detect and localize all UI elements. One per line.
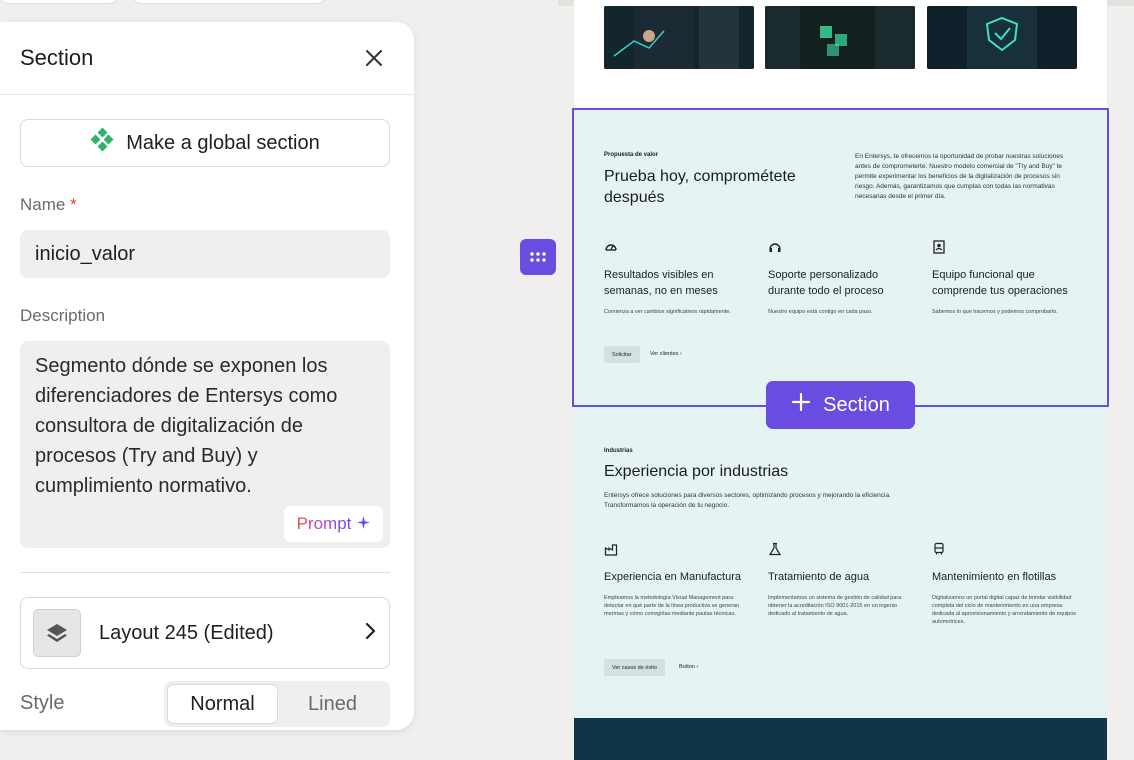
feature-text: Digitalizamos un portal digital capaz de… [932, 595, 1077, 625]
business-image [604, 6, 754, 69]
feature-title: Soporte personalizado durante todo el pr… [768, 269, 884, 297]
panel-title: Section [20, 45, 94, 70]
section-heading: Experiencia por industrias [604, 463, 789, 480]
style-option-normal[interactable]: Normal [167, 684, 278, 724]
make-global-section-label: Make a global section [126, 131, 320, 154]
divider [20, 572, 390, 573]
chevron-right-icon [363, 622, 377, 645]
contact-book-icon [933, 240, 945, 254]
description-label: Description [20, 306, 106, 325]
section-intro: Entersys ofrece soluciones para diversos… [604, 492, 891, 509]
clients-link[interactable]: Ver clientes › [650, 351, 682, 357]
add-section-label: Section [823, 393, 890, 416]
top-stub-button[interactable] [0, 0, 118, 4]
business-image [927, 6, 1077, 69]
description-text: Segmento dónde se exponen los diferencia… [35, 355, 338, 497]
layout-selector[interactable]: Layout 245 (Edited) [20, 597, 390, 669]
feature-title: Equipo funcional que comprende tus opera… [932, 269, 1068, 297]
style-option-lined[interactable]: Lined [278, 684, 387, 724]
sparkle-icon [357, 509, 371, 539]
close-icon[interactable] [362, 46, 386, 70]
layers-icon [33, 609, 81, 657]
dark-footer-section [574, 718, 1107, 760]
feature-text: Comienza a ver cambios significativos rá… [604, 309, 731, 315]
flask-icon [768, 542, 782, 556]
success-cases-button[interactable]: Ver casos de éxito [604, 659, 665, 676]
section-eyebrow: Industrias [604, 448, 633, 454]
feature-title: Resultados visibles en semanas, no en me… [604, 269, 718, 297]
make-global-section-button[interactable]: Make a global section [20, 119, 390, 167]
feature-text: Nuestro equipo está contigo en cada paso… [768, 309, 873, 315]
drag-handle-icon[interactable] [520, 239, 556, 275]
add-section-button[interactable]: Section [766, 381, 915, 429]
business-image [765, 6, 915, 69]
industries-section[interactable]: Industrias Experiencia por industrias En… [574, 406, 1107, 718]
feature-title: Tratamiento de agua [768, 571, 870, 583]
website-preview: Propuesta de valor Prueba hoy, compromét… [574, 0, 1107, 760]
global-components-icon [90, 127, 114, 158]
panel-header: Section [0, 22, 414, 95]
section-eyebrow: Propuesta de valor [604, 152, 659, 158]
factory-icon [604, 544, 618, 556]
value-proposition-section[interactable]: Propuesta de valor Prueba hoy, compromét… [574, 108, 1107, 406]
plus-icon [791, 392, 811, 418]
gauge-icon [605, 244, 617, 251]
feature-title: Mantenimiento en flotillas [932, 571, 1057, 583]
prompt-button[interactable]: Prompt [284, 506, 383, 542]
section-settings-panel: Section Make a global section Name * Des… [0, 22, 414, 730]
feature-text: Sabemos lo que hacemos y podemos comprob… [932, 309, 1058, 315]
bus-icon [934, 542, 944, 555]
description-field[interactable]: Segmento dónde se exponen los diferencia… [20, 341, 390, 548]
prompt-label: Prompt [297, 509, 352, 539]
name-label: Name * [20, 195, 77, 214]
feature-text: Implementamos un sistema de gestión de c… [768, 595, 902, 617]
style-label: Style [20, 692, 65, 714]
style-toggle: Normal Lined [164, 681, 390, 727]
button-link[interactable]: Button › [679, 664, 698, 670]
section-heading: Prueba hoy, comprométete después [604, 168, 796, 206]
feature-text: Empleamos la metodología Visual Manageme… [604, 595, 740, 617]
request-button[interactable]: Solicitar [604, 346, 640, 363]
feature-title: Experiencia en Manufactura [604, 571, 741, 583]
headset-icon [769, 243, 781, 252]
layout-label: Layout 245 (Edited) [99, 621, 274, 644]
top-stub-button[interactable] [133, 0, 325, 4]
section-intro: En Entersys, te ofrecemos la oportunidad… [855, 153, 1064, 200]
name-field[interactable] [20, 230, 390, 278]
